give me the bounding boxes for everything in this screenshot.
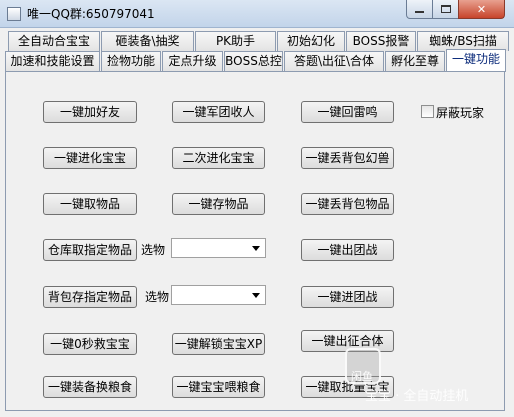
window-title: 唯一QQ群:650797041 (27, 7, 155, 21)
maximize-icon (440, 5, 451, 13)
drop-bag-illusion-button[interactable]: 一键丢背包幻兽 (301, 147, 394, 169)
tab-quiz-expedition[interactable]: 答题\出征\合体 (284, 51, 384, 71)
tab-auto-merge[interactable]: 全自动合宝宝 (8, 31, 100, 51)
watermark-logo-text: 闲鱼 (351, 370, 373, 383)
tab-pk-helper[interactable]: PK助手 (195, 31, 276, 51)
minimize-icon (415, 11, 424, 13)
close-icon: ✕ (476, 2, 487, 16)
bag-store-button[interactable]: 背包存指定物品 (43, 286, 137, 308)
tab-boss-control[interactable]: BOSS总控 (224, 51, 283, 71)
tab-smash-lottery[interactable]: 砸装备\抽奖 (101, 31, 194, 51)
equip-food-button[interactable]: 一键装备换粮食 (43, 376, 137, 398)
unlock-pet-xp-button[interactable]: 一键解锁宝宝XP (172, 333, 265, 355)
app-icon (7, 7, 21, 21)
chevron-down-icon (252, 246, 260, 251)
enter-group-battle-button[interactable]: 一键进团战 (301, 286, 394, 308)
select-label-bag: 选物 (145, 290, 170, 304)
close-button[interactable]: ✕ (458, 0, 505, 19)
chevron-down-icon (252, 293, 260, 298)
evolve-pet-button[interactable]: 一键进化宝宝 (43, 147, 137, 169)
tab-pickup[interactable]: 捡物功能 (101, 51, 161, 71)
maximize-button[interactable] (432, 0, 459, 19)
bag-item-select[interactable] (171, 285, 266, 305)
take-items-button[interactable]: 一键取物品 (43, 193, 137, 215)
zero-sec-save-button[interactable]: 一键0秒救宝宝 (43, 333, 137, 355)
tab-speed-skills[interactable]: 加速和技能设置 (5, 51, 100, 71)
tab-one-click[interactable]: 一键功能 (446, 49, 506, 72)
block-players-checkbox[interactable] (421, 105, 434, 118)
feed-pet-button[interactable]: 一键宝宝喂粮食 (172, 376, 265, 398)
tab-boss-alarm[interactable]: BOSS报警 (346, 31, 416, 51)
recall-lei-button[interactable]: 一键回雷鸣 (301, 101, 394, 123)
exit-group-battle-button[interactable]: 一键出团战 (301, 239, 394, 261)
tab-spider-scan[interactable]: 蜘蛛/BS扫描 (417, 31, 509, 51)
add-friend-button[interactable]: 一键加好友 (43, 101, 137, 123)
store-items-button[interactable]: 一键存物品 (172, 193, 265, 215)
recruit-team-button[interactable]: 一键军团收人 (172, 101, 265, 123)
tab-hatch[interactable]: 孵化至尊 (385, 51, 445, 71)
warehouse-item-select[interactable] (171, 238, 266, 258)
minimize-button[interactable] (406, 0, 433, 19)
tab-fixed-level[interactable]: 定点升级 (162, 51, 223, 71)
warehouse-take-button[interactable]: 仓库取指定物品 (43, 239, 137, 261)
block-players-label: 屏蔽玩家 (436, 106, 485, 120)
drop-bag-items-button[interactable]: 一键丢背包物品 (301, 193, 394, 215)
select-label-warehouse: 选物 (141, 243, 166, 257)
tab-initial-illusion[interactable]: 初始幻化 (277, 31, 345, 51)
client-area: 全自动合宝宝 砸装备\抽奖 PK助手 初始幻化 BOSS报警 蜘蛛/BS扫描 加… (0, 28, 514, 417)
watermark-text: 宝宝 · 全自动挂机 (365, 389, 469, 404)
second-evolve-button[interactable]: 二次进化宝宝 (172, 147, 265, 169)
title-bar: 唯一QQ群:650797041 ✕ (0, 0, 514, 28)
